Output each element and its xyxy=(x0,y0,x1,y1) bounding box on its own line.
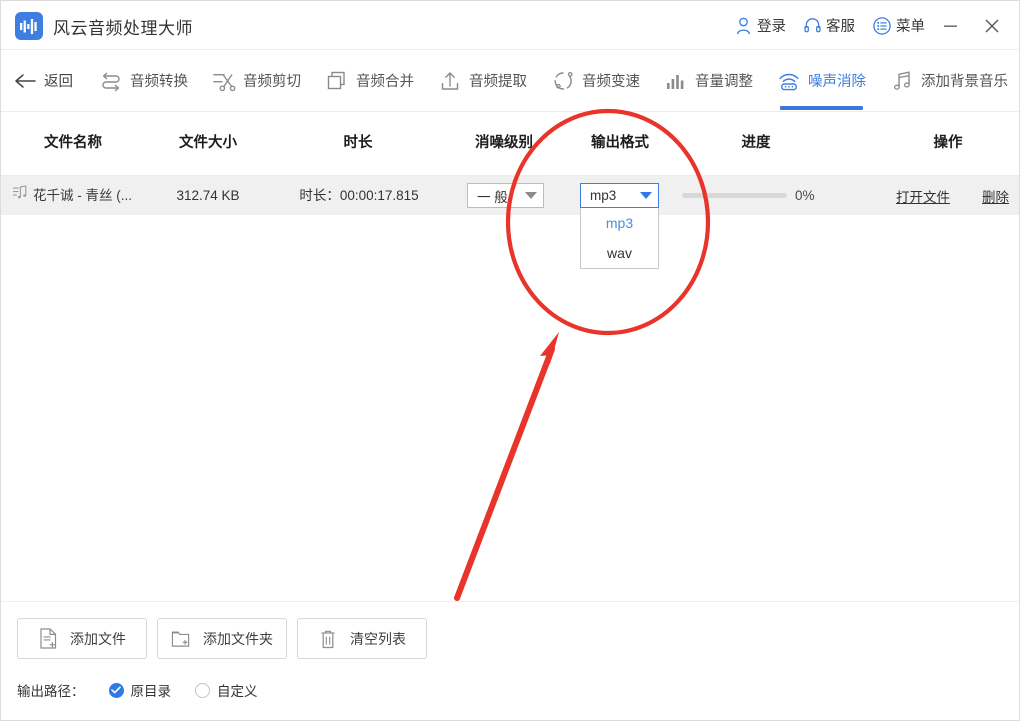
music-note-icon xyxy=(890,69,914,93)
feature-toolbar: 返回 音频转换 音频剪切 音频合并 音频提取 音频变速 音量调整 噪声消除 添加… xyxy=(1,50,1019,112)
toolbar-label-denoise: 噪声消除 xyxy=(808,74,866,90)
table-header-row: 文件名称 文件大小 时长 消噪级别 输出格式 进度 操作 xyxy=(1,112,1019,176)
toolbar-item-volume[interactable]: 音量调整 xyxy=(664,50,753,112)
radio-circle-icon xyxy=(195,682,210,698)
denoise-level-select[interactable]: 一 般 xyxy=(467,183,544,208)
upload-icon xyxy=(438,69,462,93)
menu-button[interactable]: 菜单 xyxy=(873,15,925,36)
radio-custom-dir-label: 自定义 xyxy=(217,684,258,699)
radio-custom-dir[interactable]: 自定义 xyxy=(195,680,258,700)
column-header-denoise: 消噪级别 xyxy=(475,135,533,151)
menu-label: 菜单 xyxy=(896,19,925,35)
check-icon xyxy=(108,682,124,698)
close-button[interactable] xyxy=(975,11,1009,41)
back-button[interactable]: 返回 xyxy=(13,50,73,112)
toolbar-item-convert[interactable]: 音频转换 xyxy=(99,50,188,112)
progress-bar xyxy=(682,193,787,198)
login-button[interactable]: 登录 xyxy=(735,15,786,36)
cell-filesize: 312.74 KB xyxy=(176,188,240,203)
trash-icon xyxy=(318,628,338,650)
clear-list-button[interactable]: 清空列表 xyxy=(297,618,427,659)
arrow-left-icon xyxy=(13,69,37,93)
merge-squares-icon xyxy=(325,69,349,93)
cell-duration: 时长：00:00:17.815 xyxy=(299,188,419,203)
person-icon xyxy=(735,17,752,35)
add-folder-button[interactable]: 添加文件夹 xyxy=(157,618,287,659)
toolbar-item-extract[interactable]: 音频提取 xyxy=(438,50,527,112)
column-header-progress: 进度 xyxy=(741,135,771,151)
toolbar-item-cut[interactable]: 音频剪切 xyxy=(212,50,301,112)
cell-filename: 花千诚 - 青丝 (... xyxy=(13,176,163,215)
toolbar-label-speed: 音频变速 xyxy=(582,74,640,90)
support-label: 客服 xyxy=(826,19,855,35)
dropdown-option-mp3[interactable]: mp3 xyxy=(581,208,658,238)
file-plus-icon xyxy=(38,628,58,650)
dropdown-option-wav[interactable]: wav xyxy=(581,238,658,268)
toolbar-label-bgm: 添加背景音乐 xyxy=(921,74,1008,90)
app-title: 风云音频处理大师 xyxy=(53,19,193,38)
toolbar-label-merge: 音频合并 xyxy=(356,74,414,90)
output-path-label: 输出路径： xyxy=(17,684,85,699)
toolbar-item-speed[interactable]: 音频变速 xyxy=(551,50,640,112)
scissors-icon xyxy=(212,69,236,93)
minimize-button[interactable] xyxy=(933,11,967,41)
toolbar-item-merge[interactable]: 音频合并 xyxy=(325,50,414,112)
audio-file-icon xyxy=(13,176,27,215)
bottom-bar: 添加文件 添加文件夹 清空列表 输出路径： 原目录 自定义 xyxy=(1,601,1019,720)
chevron-down-icon xyxy=(525,192,537,199)
radio-source-dir-label: 原目录 xyxy=(130,684,172,699)
convert-arrows-icon xyxy=(99,69,123,93)
add-file-button[interactable]: 添加文件 xyxy=(17,618,147,659)
filename-text: 花千诚 - 青丝 (... xyxy=(33,188,132,203)
toolbar-label-volume: 音量调整 xyxy=(695,74,753,90)
folder-plus-icon xyxy=(171,628,191,650)
close-icon xyxy=(985,19,999,32)
bars-icon xyxy=(664,69,688,93)
progress-percent: 0% xyxy=(795,188,815,203)
title-bar: 风云音频处理大师 登录 客服 菜单 xyxy=(1,1,1019,50)
headset-icon xyxy=(804,17,821,34)
column-header-format: 输出格式 xyxy=(591,135,649,151)
toolbar-label-extract: 音频提取 xyxy=(469,74,527,90)
delete-link[interactable]: 删除 xyxy=(982,186,1009,206)
active-tab-underline xyxy=(780,105,863,110)
toolbar-item-bgm[interactable]: 添加背景音乐 xyxy=(890,50,1008,112)
title-bar-actions: 登录 客服 菜单 xyxy=(717,1,1009,50)
toolbar-label-cut: 音频剪切 xyxy=(243,74,301,90)
app-window: 风云音频处理大师 登录 客服 菜单 返回 音频转换 音频剪切 音频合并 音频提取… xyxy=(0,0,1020,721)
login-label: 登录 xyxy=(757,19,786,35)
toolbar-label-convert: 音频转换 xyxy=(130,74,188,90)
column-header-operation: 操作 xyxy=(933,135,963,151)
file-list: 文件名称 文件大小 时长 消噪级别 输出格式 进度 操作 花千诚 - 青丝 (.… xyxy=(1,112,1019,601)
add-folder-label: 添加文件夹 xyxy=(203,630,273,647)
support-button[interactable]: 客服 xyxy=(804,15,855,36)
table-row[interactable]: 花千诚 - 青丝 (... 312.74 KB 时长：00:00:17.815 … xyxy=(1,176,1019,269)
column-header-duration: 时长 xyxy=(343,135,373,151)
add-file-label: 添加文件 xyxy=(70,630,126,647)
output-format-select[interactable]: mp3 xyxy=(580,183,659,208)
minimize-icon xyxy=(943,25,957,27)
output-format-value: mp3 xyxy=(590,188,617,203)
open-file-link[interactable]: 打开文件 xyxy=(896,186,950,206)
column-header-filename: 文件名称 xyxy=(44,135,102,151)
radio-source-dir[interactable]: 原目录 xyxy=(108,680,172,700)
clear-list-label: 清空列表 xyxy=(350,630,406,647)
output-path-row: 输出路径： 原目录 自定义 xyxy=(17,680,258,700)
toolbar-item-denoise[interactable]: 噪声消除 xyxy=(777,50,866,112)
back-label: 返回 xyxy=(44,74,73,90)
list-menu-icon xyxy=(873,16,891,35)
denoise-level-value: 一 般 xyxy=(477,189,508,205)
output-format-dropdown[interactable]: mp3 wav xyxy=(580,208,659,269)
audio-waveform-icon xyxy=(15,12,43,40)
speed-circle-icon xyxy=(551,69,575,93)
noise-waves-icon xyxy=(777,69,801,93)
cell-operations: 打开文件 删除 xyxy=(896,176,1009,215)
chevron-down-icon xyxy=(640,192,652,199)
column-header-filesize: 文件大小 xyxy=(179,135,237,151)
cell-progress: 0% xyxy=(682,176,815,215)
